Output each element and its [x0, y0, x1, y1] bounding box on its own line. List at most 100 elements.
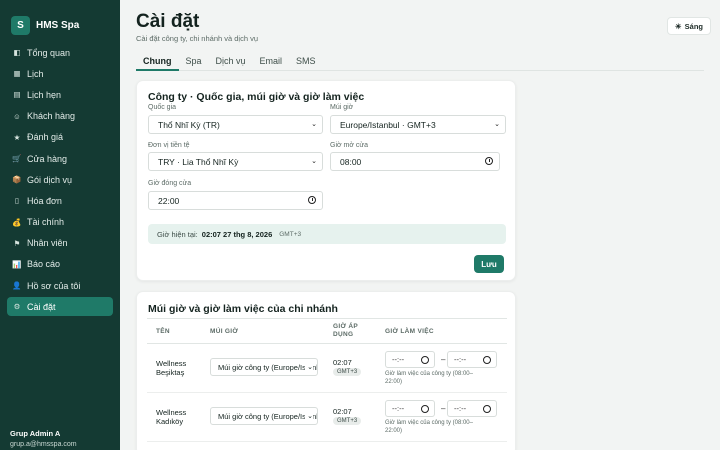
invoices-icon: ▯	[14, 196, 20, 206]
end-time-input[interactable]: --:--	[447, 400, 497, 417]
col-hours: GIỜ LÀM VIỆC	[385, 328, 434, 335]
user-name: Grup Admin A	[10, 429, 61, 438]
table-row: Wellness Kadıköy Múi giờ công ty (Europe…	[147, 393, 507, 442]
branch-name-line2: Beşiktaş	[156, 368, 185, 377]
reviews-icon: ★	[13, 132, 21, 142]
sidebar-item-invoices[interactable]: ▯ Hóa đơn	[0, 190, 120, 211]
sidebar-item-reports[interactable]: 📊 Báo cáo	[0, 254, 120, 275]
currency-value: TRY · Lia Thổ Nhĩ Kỳ	[158, 156, 239, 167]
sidebar-item-customers[interactable]: ☺ Khách hàng	[0, 106, 120, 127]
end-time-input[interactable]: --:--	[447, 351, 497, 368]
clock-icon[interactable]	[421, 356, 429, 364]
hours-hint: Giờ làm việc của công ty (08:00–22:00)	[385, 371, 473, 385]
sidebar-item-packages[interactable]: 📦 Gói dịch vụ	[0, 169, 120, 190]
dashboard-icon: ◧	[13, 48, 21, 58]
currency-select[interactable]: TRY · Lia Thổ Nhĩ Kỳ ⌄	[148, 152, 323, 171]
sidebar-item-label: Khách hàng	[27, 111, 76, 122]
clock-icon[interactable]	[483, 356, 491, 364]
tab-services[interactable]: Dịch vụ	[209, 52, 253, 71]
currency-label: Đơn vị tiền tệ	[148, 142, 190, 149]
user-email: grup.a@hmsspa.com	[10, 441, 77, 448]
calendar-icon: ▦	[13, 69, 21, 79]
sidebar-item-label: Lịch hẹn	[27, 89, 62, 100]
tab-general[interactable]: Chung	[136, 52, 179, 71]
table-row: Wellness Beşiktaş Múi giờ công ty (Europ…	[147, 344, 507, 393]
sidebar: S HMS Spa ◧ Tổng quan ▦ Lịch ▤ Lịch hẹn ☺ Khách…	[0, 0, 120, 450]
sidebar-item-staff[interactable]: ⚑ Nhân viên	[0, 233, 120, 254]
country-select[interactable]: Thổ Nhĩ Kỳ (TR) ⌄	[148, 115, 323, 134]
clock-icon[interactable]	[483, 405, 491, 413]
sidebar-item-label: Gói dịch vụ	[27, 174, 73, 185]
start-time-value: --:--	[392, 355, 405, 364]
current-time-label: Giờ hiện tại:	[157, 229, 198, 239]
finance-icon: 💰	[12, 217, 22, 227]
range-dash: –	[441, 404, 446, 413]
timezone-select[interactable]: Europe/Istanbul · GMT+3 ⌄	[330, 115, 506, 134]
brand[interactable]: S HMS Spa	[0, 0, 120, 40]
sidebar-item-finance[interactable]: 💰 Tài chính	[0, 212, 120, 233]
sidebar-item-label: Hồ sơ của tôi	[27, 280, 81, 291]
timezone-label: Múi giờ	[330, 104, 354, 111]
tab-spa[interactable]: Spa	[179, 52, 209, 71]
sidebar-item-store[interactable]: 🛒 Cửa hàng	[0, 148, 120, 169]
tz-badge: GMT+3	[333, 368, 362, 376]
sidebar-item-label: Hóa đơn	[27, 195, 62, 206]
applied-time: 02:07	[333, 358, 352, 367]
settings-icon: ⚙	[13, 302, 21, 312]
current-time-banner: Giờ hiện tại: 02:07 27 thg 8, 2026 GMT+3	[148, 224, 506, 244]
start-time-input[interactable]: --:--	[385, 400, 435, 417]
brand-logo: S	[11, 15, 30, 35]
company-settings-card: Công ty · Quốc gia, múi giờ và giờ làm v…	[136, 80, 516, 281]
col-timezone: MÚI GIỜ	[210, 328, 239, 335]
open-time-label: Giờ mở cửa	[330, 142, 368, 149]
tab-sms[interactable]: SMS	[289, 52, 323, 71]
theme-label: Sáng	[684, 21, 703, 31]
sidebar-item-label: Lịch	[27, 68, 44, 79]
sidebar-nav: ◧ Tổng quan ▦ Lịch ▤ Lịch hẹn ☺ Khách hàng ★ Đánh…	[0, 42, 120, 317]
close-time-value: 22:00	[158, 195, 180, 206]
branch-table-header: TÊN MÚI GIỜ GIỜ ÁP DỤNG GIỜ LÀM VIỆC	[147, 318, 507, 344]
reports-icon: 📊	[12, 259, 22, 269]
branch-name: Wellness Beşiktaş	[156, 359, 186, 377]
start-time-input[interactable]: --:--	[385, 351, 435, 368]
country-value: Thổ Nhĩ Kỳ (TR)	[158, 119, 220, 130]
branch-name-line1: Wellness	[156, 359, 187, 368]
close-time-label: Giờ đóng cửa	[148, 180, 192, 187]
clock-icon[interactable]	[421, 405, 429, 413]
profile-icon: 👤	[12, 281, 22, 291]
sidebar-item-settings[interactable]: ⚙ Cài đặt	[7, 297, 113, 317]
start-time-value: --:--	[392, 404, 405, 413]
tab-email[interactable]: Email	[253, 52, 290, 71]
sidebar-item-calendar[interactable]: ▦ Lịch	[0, 63, 120, 84]
clock-icon[interactable]	[485, 157, 493, 165]
staff-icon: ⚑	[13, 238, 21, 248]
close-time-input[interactable]: 22:00	[148, 191, 323, 210]
user-box[interactable]: Grup Admin A grup.a@hmsspa.com	[10, 429, 77, 448]
end-time-value: --:--	[454, 355, 467, 364]
customers-icon: ☺	[13, 111, 21, 121]
col-applied-line1: GIỜ ÁP	[333, 323, 359, 330]
sidebar-item-profile[interactable]: 👤 Hồ sơ của tôi	[0, 275, 120, 296]
branch-timezone-select[interactable]: Múi giờ công ty (Europe/Istanbul) ⌄	[210, 358, 318, 376]
company-card-title: Công ty · Quốc gia, múi giờ và giờ làm v…	[148, 91, 365, 103]
sidebar-item-label: Tài chính	[27, 217, 65, 228]
branch-timezone-value: Múi giờ công ty (Europe/Istanbul)	[218, 411, 318, 421]
chevron-down-icon: ⌄	[305, 412, 313, 420]
hours-hint: Giờ làm việc của công ty (08:00–22:00)	[385, 420, 473, 434]
sidebar-item-dashboard[interactable]: ◧ Tổng quan	[0, 42, 120, 63]
chevron-down-icon: ⌄	[311, 121, 317, 128]
branch-timezone-select[interactable]: Múi giờ công ty (Europe/Istanbul) ⌄	[210, 407, 318, 425]
branch-hours-card: Múi giờ và giờ làm việc của chi nhánh TÊ…	[136, 291, 516, 450]
current-time-value: 02:07 27 thg 8, 2026	[201, 229, 273, 239]
branch-name: Wellness Kadıköy	[156, 408, 186, 426]
sidebar-item-label: Cửa hàng	[27, 153, 68, 164]
branch-name-line2: Kadıköy	[156, 417, 184, 426]
clock-icon[interactable]	[308, 196, 316, 204]
theme-toggle-button[interactable]: ☀ Sáng	[666, 17, 711, 35]
open-time-input[interactable]: 08:00	[330, 152, 500, 171]
sidebar-item-appointments[interactable]: ▤ Lịch hẹn	[0, 84, 120, 105]
save-button[interactable]: Lưu	[474, 255, 504, 273]
tz-badge: GMT+3	[333, 417, 362, 425]
col-name: TÊN	[156, 328, 170, 335]
sidebar-item-reviews[interactable]: ★ Đánh giá	[0, 127, 120, 148]
